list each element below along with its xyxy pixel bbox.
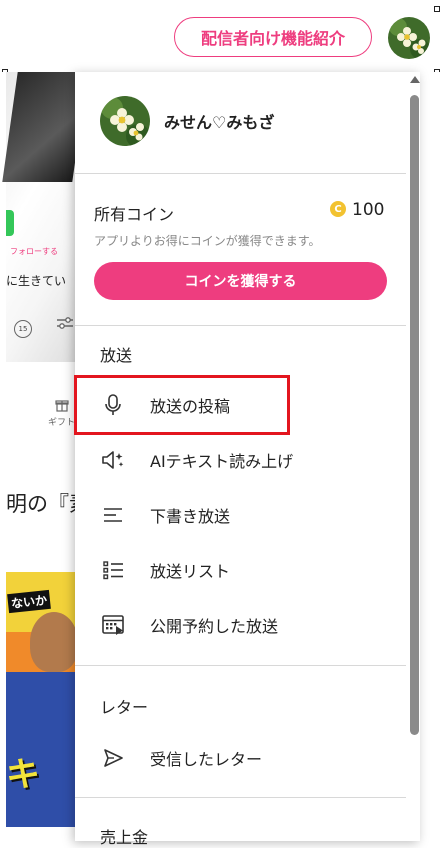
- top-bar: 配信者向け機能紹介: [0, 0, 440, 72]
- list-icon: [100, 557, 126, 583]
- divider: [75, 325, 406, 326]
- menu-item-label: 放送リスト: [150, 562, 231, 581]
- menu-item-broadcast-list[interactable]: 放送リスト: [100, 550, 390, 590]
- menu-item-label: 下書き放送: [150, 507, 231, 526]
- user-avatar: [100, 96, 150, 146]
- coin-amount: 100: [352, 200, 385, 220]
- user-profile-row[interactable]: みせん♡みもざ: [100, 96, 274, 146]
- menu-item-draft-broadcast[interactable]: 下書き放送: [100, 495, 390, 535]
- menu-item-ai-text-to-speech[interactable]: AIテキスト読み上げ: [100, 440, 390, 480]
- gift-label: ギフト: [48, 398, 75, 428]
- background-text: に生きてい: [6, 274, 67, 288]
- scrollbar-thumb[interactable]: [410, 95, 419, 735]
- section-sales-title: 売上金: [100, 828, 149, 847]
- skip-15-icon: 15: [14, 320, 32, 338]
- highlight-annotation: [74, 375, 290, 435]
- section-broadcast-title: 放送: [100, 346, 133, 365]
- menu-item-label: 公開予約した放送: [150, 617, 279, 636]
- follow-link: フォローする: [10, 247, 58, 256]
- menu-item-scheduled-broadcast[interactable]: 公開予約した放送: [100, 605, 390, 645]
- poster-big-text: キ: [6, 755, 40, 795]
- flower-avatar-icon: [100, 96, 150, 146]
- scheduled-calendar-icon: [100, 612, 126, 638]
- owned-coins-label: 所有コイン: [94, 205, 175, 224]
- draft-lines-icon: [100, 502, 126, 528]
- get-coins-button[interactable]: コインを獲得する: [94, 262, 387, 300]
- profile-avatar[interactable]: [388, 17, 430, 59]
- flower-avatar-icon: [388, 17, 430, 59]
- coin-note: アプリよりお得にコインが獲得できます。: [94, 234, 321, 248]
- menu-item-label: 受信したレター: [150, 750, 263, 769]
- streamer-features-button[interactable]: 配信者向け機能紹介: [174, 17, 372, 57]
- coin-icon: C: [330, 201, 346, 217]
- poster-person: [30, 612, 76, 672]
- gift-icon: [54, 400, 69, 412]
- divider: [75, 665, 406, 666]
- ai-speaker-icon: [100, 447, 126, 473]
- menu-item-received-letters[interactable]: 受信したレター: [100, 738, 390, 778]
- divider: [75, 797, 406, 798]
- user-name: みせん♡みもざ: [164, 113, 275, 132]
- section-letter-title: レター: [100, 698, 149, 717]
- resize-handle: [434, 6, 440, 12]
- divider: [75, 173, 406, 174]
- scroll-up-arrow-icon[interactable]: [410, 76, 420, 83]
- equalizer-icon: [57, 317, 73, 329]
- menu-item-label: AIテキスト読み上げ: [150, 452, 294, 471]
- phone-green-element: [6, 210, 14, 236]
- poster-image: ないか キ: [6, 572, 76, 827]
- send-arrow-icon: [100, 745, 126, 771]
